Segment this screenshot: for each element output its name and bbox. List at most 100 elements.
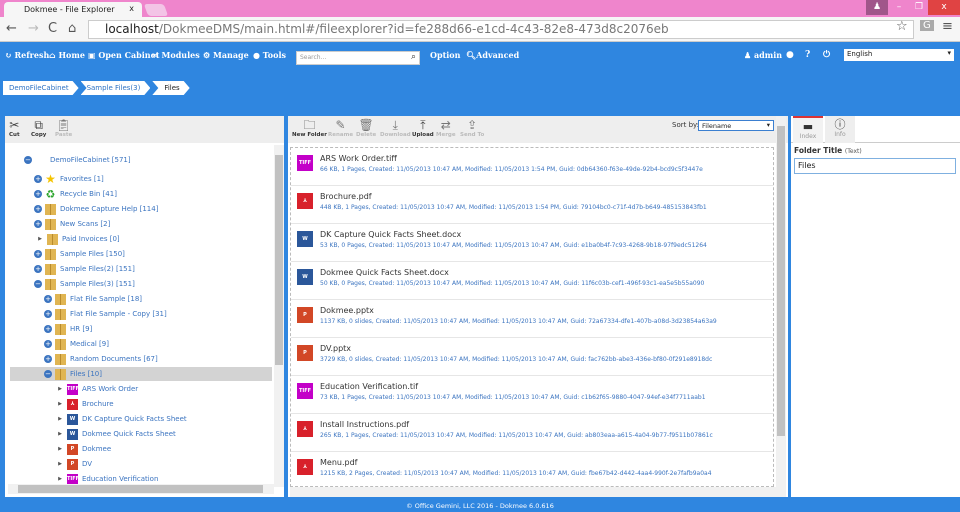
file-name[interactable]: Menu.pdf [320,458,357,467]
tree-node[interactable]: ▶ P Dokmee [10,442,111,456]
nav-home[interactable]: ⌂ Home [49,50,85,60]
tree-node[interactable]: + Random Documents [67] [10,352,158,366]
forward-button[interactable]: → [28,21,39,36]
nav-tools[interactable]: ● Tools [253,50,286,60]
minus-toggle-icon[interactable]: − [24,156,32,164]
tree-node[interactable]: ▶ P DV [10,457,92,471]
tab-info[interactable]: ⓘ Info [825,116,855,143]
expand-arrow-icon[interactable]: ▶ [56,415,64,423]
tree-node[interactable]: + Sample Files(2) [151] [10,262,135,276]
rename-button[interactable]: ✎ Rename [328,118,353,138]
copy-button[interactable]: ⧉ Copy [31,118,46,138]
download-button[interactable]: ⤓ Download [380,118,411,138]
file-name[interactable]: DV.pptx [320,344,351,353]
file-item[interactable]: TIFF Education Verification.tif 73 KB, 1 P… [291,376,773,414]
browser-tab[interactable]: Dokmee - File Explorer x [4,2,142,17]
plus-toggle-icon[interactable]: + [34,220,42,228]
tree-node[interactable]: ▶ W DK Capture Quick Facts Sheet [10,412,187,426]
minus-toggle-icon[interactable]: − [34,280,42,288]
tab-close-button[interactable]: x [129,4,134,13]
file-name[interactable]: DK Capture Quick Facts Sheet.docx [320,230,461,239]
search-input[interactable]: Search... ⌕ [296,51,420,65]
tree-node[interactable]: ▶ ⅄ Brochure [10,397,114,411]
expand-arrow-icon[interactable]: ▶ [56,430,64,438]
tree-node[interactable]: − Files [10] [10,367,272,381]
plus-toggle-icon[interactable]: + [34,250,42,258]
file-name[interactable]: Install Instructions.pdf [320,420,409,429]
plus-toggle-icon[interactable]: + [44,310,52,318]
file-name[interactable]: Brochure.pdf [320,192,372,201]
tree-node[interactable]: + Flat File Sample - Copy [31] [10,307,167,321]
tree-node[interactable]: + Sample Files [150] [10,247,125,261]
scrollbar-thumb[interactable] [18,485,263,493]
expand-arrow-icon[interactable]: ▶ [56,445,64,453]
cut-button[interactable]: ✂ Cut [9,118,20,138]
tab-index[interactable]: ▬ Index [793,116,823,143]
tree-vertical-scrollbar[interactable] [274,145,284,487]
url-input[interactable]: localhost/DokmeeDMS/main.html#/fileexplo… [88,20,914,39]
nav-open-cabinet[interactable]: ▣ Open Cabinet [88,50,159,60]
tree-node[interactable]: ▶ W Dokmee Quick Facts Sheet [10,427,176,441]
file-name[interactable]: Dokmee Quick Facts Sheet.docx [320,268,449,277]
expand-arrow-icon[interactable]: ▶ [56,385,64,393]
file-list-horizontal-scrollbar[interactable] [290,487,786,497]
new-folder-button[interactable]: 🗀 New Folder [292,118,327,138]
plus-toggle-icon[interactable]: + [44,340,52,348]
tree-node[interactable]: + ♻ Recycle Bin [41] [10,187,117,201]
circle-icon[interactable]: ● [786,50,794,60]
file-item[interactable]: P Dokmee.pptx 1137 KB, 0 slides, Created: … [291,300,773,338]
upload-button[interactable]: ⤒ Upload [412,118,434,138]
language-select[interactable]: English ▾ [844,49,954,61]
plus-toggle-icon[interactable]: + [44,325,52,333]
tree-node[interactable]: + Dokmee Capture Help [114] [10,202,158,216]
plus-toggle-icon[interactable]: + [44,295,52,303]
maximize-button[interactable]: ❐ [908,0,930,15]
reload-button[interactable]: C [48,21,57,36]
plus-toggle-icon[interactable]: + [34,190,42,198]
expand-arrow-icon[interactable]: ▶ [56,400,64,408]
file-item[interactable]: ⅄ Menu.pdf 1215 KB, 2 Pages, Created: 11/0… [291,452,773,486]
tree-node[interactable]: + Medical [9] [10,337,109,351]
plus-toggle-icon[interactable]: + [44,355,52,363]
breadcrumb-item[interactable]: Sample Files(3) [81,81,151,95]
tree-node[interactable]: + HR [9] [10,322,92,336]
tree-node[interactable]: ▶ Paid Invoices [0] [10,232,120,246]
paste-button[interactable]: 📋︎ Paste [55,118,72,138]
bookmark-star-icon[interactable]: ☆ [896,19,908,34]
merge-button[interactable]: ⇄ Merge [436,118,456,138]
user-icon[interactable]: ♟ [866,0,888,15]
nav-manage[interactable]: ⚙ Manage [203,50,249,60]
plus-toggle-icon[interactable]: + [34,205,42,213]
expand-arrow-icon[interactable]: ▶ [56,460,64,468]
expand-arrow-icon[interactable]: ▶ [56,475,64,483]
sort-select[interactable]: Filename ▾ [698,120,774,131]
file-item[interactable]: TIFF ARS Work Order.tiff 66 KB, 1 Pages, C… [291,148,773,186]
scrollbar-thumb[interactable] [777,126,785,436]
scrollbar-thumb[interactable] [275,155,283,365]
new-tab-button[interactable] [143,4,169,16]
tree-node[interactable]: + ★ Favorites [1] [10,172,104,186]
extension-icon[interactable]: G [920,20,934,31]
home-icon[interactable]: ⌂ [68,21,76,36]
file-name[interactable]: Education Verification.tif [320,382,418,391]
tree-node[interactable]: − DemoFileCabinet [571] [10,153,131,167]
folder-title-input[interactable]: Files [794,158,956,174]
delete-button[interactable]: 🗑 Delete [356,118,376,138]
plus-toggle-icon[interactable]: + [34,175,42,183]
nav-modules[interactable]: ⇌ Modules [152,50,200,60]
menu-icon[interactable]: ≡ [942,19,953,34]
help-icon[interactable]: ? [805,50,810,60]
power-icon[interactable]: ⏻ [823,50,830,60]
file-name[interactable]: Dokmee.pptx [320,306,374,315]
back-button[interactable]: ← [6,21,17,36]
tree-horizontal-scrollbar[interactable] [8,484,274,494]
minimize-button[interactable]: – [888,0,910,15]
nav-advanced[interactable]: 🔍︎Advanced [466,50,519,60]
tree-node[interactable]: − Sample Files(3) [151] [10,277,135,291]
file-item[interactable]: P DV.pptx 3729 KB, 0 slides, Created: 11/0… [291,338,773,376]
nav-option[interactable]: Option [430,50,460,60]
user-menu[interactable]: ♟ admin [744,50,782,60]
file-item[interactable]: W DK Capture Quick Facts Sheet.docx 53 KB,… [291,224,773,262]
tree-node[interactable]: + New Scans [2] [10,217,110,231]
file-item[interactable]: W Dokmee Quick Facts Sheet.docx 50 KB, 0 P… [291,262,773,300]
